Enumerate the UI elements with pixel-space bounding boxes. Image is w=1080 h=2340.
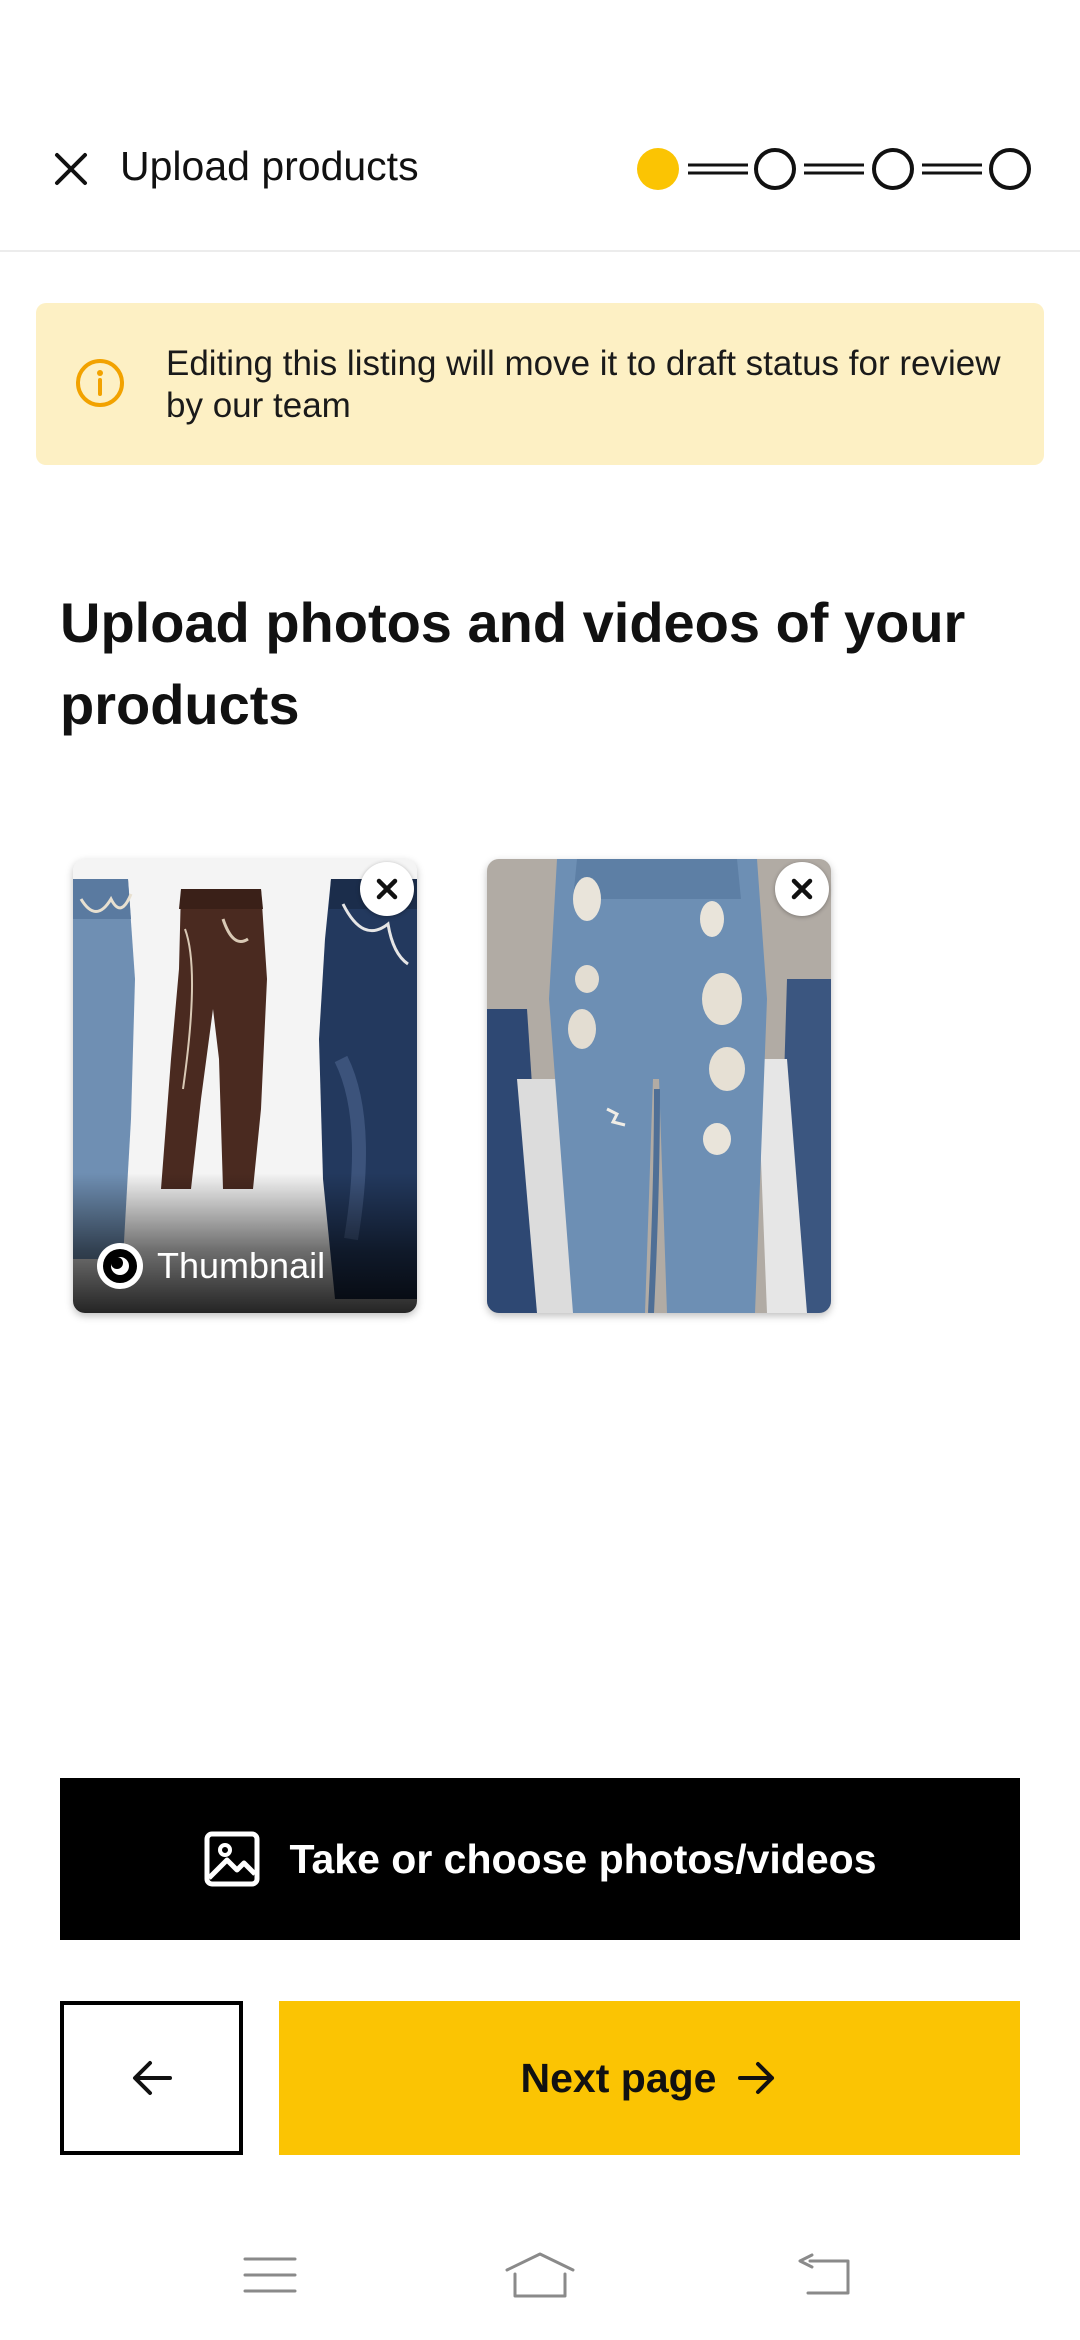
step-4-indicator	[989, 148, 1031, 190]
take-or-choose-photos-button[interactable]: Take or choose photos/videos	[60, 1778, 1020, 1940]
arrow-right-icon	[738, 2062, 775, 2094]
section-heading: Upload photos and videos of your product…	[60, 591, 966, 736]
next-page-button[interactable]: Next page	[279, 2001, 1020, 2155]
close-circle-icon	[376, 878, 398, 900]
remove-photo-1-button[interactable]	[360, 862, 414, 916]
step-3-indicator	[872, 148, 914, 190]
previous-page-button[interactable]	[60, 2001, 243, 2155]
system-back-button[interactable]	[784, 2245, 864, 2305]
close-button[interactable]	[40, 138, 102, 200]
page-title: Upload products	[120, 143, 419, 189]
close-circle-icon	[791, 878, 813, 900]
menu-icon	[243, 2257, 297, 2293]
system-menu-button[interactable]	[230, 2245, 310, 2305]
next-page-label: Next page	[520, 2054, 717, 2101]
step-2-indicator	[754, 148, 796, 190]
home-icon	[505, 2252, 575, 2298]
thumbnail-radio[interactable]	[97, 1243, 143, 1289]
close-icon	[55, 153, 87, 185]
step-1-indicator	[637, 148, 679, 190]
arrow-left-icon	[132, 2061, 172, 2095]
photo-thumbnail-card[interactable]: Thumbnail	[73, 859, 417, 1313]
app-header	[0, 0, 1080, 252]
thumbnail-label: Thumbnail	[157, 1245, 326, 1286]
remove-photo-2-button[interactable]	[775, 862, 829, 916]
progress-stepper	[637, 148, 1031, 190]
back-icon	[798, 2253, 850, 2295]
system-home-button[interactable]	[500, 2245, 580, 2305]
take-photo-label: Take or choose photos/videos	[289, 1835, 877, 1882]
notice-text: Editing this listing will move it to dra…	[166, 344, 1001, 425]
photo-card[interactable]	[487, 859, 831, 1313]
jeans-photo-image	[487, 859, 831, 1313]
info-icon	[76, 359, 124, 407]
image-icon	[204, 1831, 260, 1887]
